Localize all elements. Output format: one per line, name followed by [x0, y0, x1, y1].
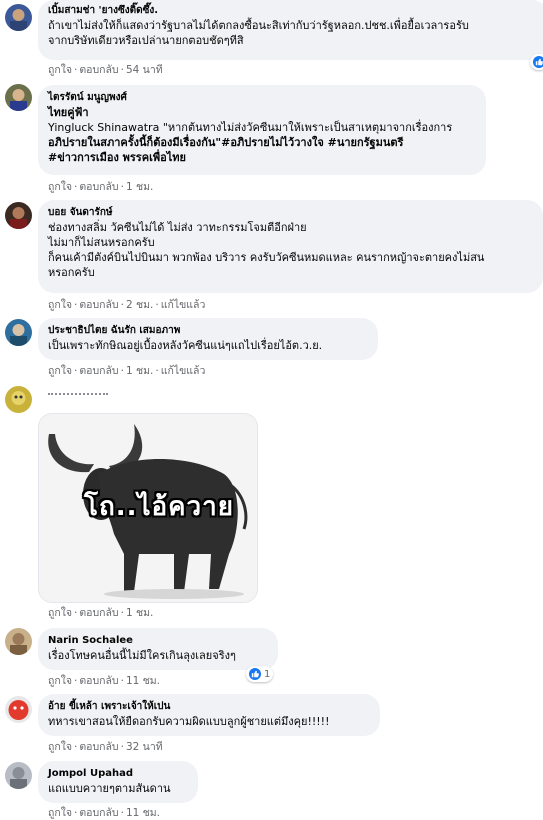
meme-caption: โถ..ไอ้ควาย [84, 492, 234, 522]
like-link[interactable]: ถูกใจ [48, 181, 72, 193]
comment-text-line: อภิปรายในสภาครั้งนี้ก็ต้องมีเรื่องกัน"#อ… [48, 136, 404, 149]
timestamp[interactable]: 2 ชม. [126, 299, 153, 311]
comment-author[interactable]: ไตรรัตน์ มนูญพงศ์ [48, 91, 476, 105]
like-link[interactable]: ถูกใจ [48, 607, 72, 619]
comment-author[interactable]: อ้าย ขี้เหล้า เพราะเจ้าให้เปน [48, 700, 370, 714]
timestamp[interactable]: 32 นาที [126, 741, 163, 753]
avatar[interactable] [5, 202, 32, 229]
comment-author[interactable]: Jompol Upahad [48, 767, 188, 781]
comment-text-line: แถแบบควายๆตามสันดาน [48, 782, 171, 795]
comment-actions: ถูกใจ · ตอบกลับ · 1 ชม. · แก้ไขแล้ว [48, 365, 206, 377]
comment-text-line: หรอกครับ [48, 266, 95, 279]
comment-text-line: ถ้าเขาไม่ส่งให้ก็แสดงว่ารัฐบาลไม่ได้ตกลง… [48, 19, 469, 32]
comment-text-line: ไม่มาก็ไม่สนหรอกครับ [48, 236, 155, 249]
comment-text-line: จากบริษัทเดียวหรือเปล่านายกตอบชัดๆทีสิ [48, 34, 244, 47]
comment-actions: ถูกใจ · ตอบกลับ · 11 ชม. [48, 807, 161, 819]
avatar[interactable] [5, 84, 32, 111]
comment-image[interactable]: โถ..ไอ้ควาย [38, 413, 258, 603]
comment-author[interactable]: ประชาธิปไตย ฉันรัก เสมอภาพ [48, 324, 368, 338]
comment-actions: ถูกใจ · ตอบกลับ · 11 ชม. [48, 675, 161, 687]
edited-label[interactable]: แก้ไขแล้ว [161, 299, 206, 311]
comment-text-line: เป็นเพราะทักษิณอยู่เบื้องหลังวัคซีนแน่ๆแ… [48, 339, 323, 352]
comment-author[interactable]: บอย จันดารักษ์ [48, 206, 533, 220]
avatar[interactable] [5, 4, 32, 31]
like-icon [249, 668, 261, 680]
reaction-badge[interactable]: 1 [246, 666, 274, 682]
comment-actions: ถูกใจ · ตอบกลับ · 54 นาที [48, 64, 163, 76]
comment-bubble: Narin Sochalee เรื่องโทษคนอื่นนี้ไม่มีใค… [38, 628, 278, 670]
comment-bubble: เบิ้มสามช่า 'ยางซึงติ๊ดซึ๊ง. ถ้าเขาไม่ส่… [38, 0, 543, 60]
edited-label[interactable]: แก้ไขแล้ว [161, 365, 206, 377]
reply-link[interactable]: ตอบกลับ [79, 741, 118, 753]
reaction-badge[interactable] [530, 54, 543, 70]
like-link[interactable]: ถูกใจ [48, 675, 72, 687]
like-link[interactable]: ถูกใจ [48, 741, 72, 753]
reply-link[interactable]: ตอบกลับ [79, 64, 118, 76]
reply-link[interactable]: ตอบกลับ [79, 181, 118, 193]
comment-actions: ถูกใจ · ตอบกลับ · 1 ชม. [48, 607, 154, 619]
timestamp[interactable]: 1 ชม. [126, 181, 153, 193]
comment-bubble: บอย จันดารักษ์ ช่องทางสลิ่ม วัคซีนไม่ได้… [38, 200, 543, 293]
reaction-count: 1 [264, 668, 271, 680]
comment-author-truncated [48, 393, 108, 399]
comment-text-line: เรื่องโทษคนอื่นนี้ไม่มีใครเกินลุงเลยจริง… [48, 649, 236, 662]
reply-link[interactable]: ตอบกลับ [79, 607, 118, 619]
avatar[interactable] [5, 762, 32, 789]
avatar[interactable] [5, 696, 32, 723]
comment-text-line: ทหารเขาสอนให้ยืดอกรับความผิดแบบลูกผู้ชาย… [48, 715, 330, 728]
like-link[interactable]: ถูกใจ [48, 299, 72, 311]
comment-author[interactable]: เบิ้มสามช่า 'ยางซึงติ๊ดซึ๊ง. [48, 4, 538, 18]
comment-bubble: อ้าย ขี้เหล้า เพราะเจ้าให้เปน ทหารเขาสอน… [38, 694, 380, 736]
avatar[interactable] [5, 386, 32, 413]
like-icon [533, 56, 543, 68]
like-link[interactable]: ถูกใจ [48, 365, 72, 377]
timestamp[interactable]: 54 นาที [126, 64, 163, 76]
reply-link[interactable]: ตอบกลับ [79, 299, 118, 311]
like-link[interactable]: ถูกใจ [48, 64, 72, 76]
reply-link[interactable]: ตอบกลับ [79, 807, 118, 819]
timestamp[interactable]: 1 ชม. [126, 607, 153, 619]
avatar[interactable] [5, 628, 32, 655]
comment-text-line: Yingluck Shinawatra "หากต้นทางไม่ส่งวัคซ… [48, 121, 453, 134]
comment-actions: ถูกใจ · ตอบกลับ · 1 ชม. [48, 181, 154, 193]
reply-link[interactable]: ตอบกลับ [79, 365, 118, 377]
reply-link[interactable]: ตอบกลับ [79, 675, 118, 687]
comment-text-line: ไทยคู่ฟ้า [48, 106, 89, 119]
comment-text-line: ก็คนเค้ามีตังค์บินไปบินมา พวกพ้อง บริวาร… [48, 251, 485, 264]
comment-actions: ถูกใจ · ตอบกลับ · 2 ชม. · แก้ไขแล้ว [48, 299, 206, 311]
timestamp[interactable]: 11 ชม. [126, 675, 160, 687]
comment-bubble: ประชาธิปไตย ฉันรัก เสมอภาพ เป็นเพราะทักษ… [38, 318, 378, 360]
comment-actions: ถูกใจ · ตอบกลับ · 32 นาที [48, 741, 163, 753]
comment-author[interactable]: Narin Sochalee [48, 634, 268, 648]
comment-text-line: ช่องทางสลิ่ม วัคซีนไม่ได้ ไม่ส่ง วาทะกรร… [48, 221, 307, 234]
comment-text-line: #ข่าวการเมือง พรรคเพื่อไทย [48, 151, 186, 164]
avatar[interactable] [5, 319, 32, 346]
comment-bubble: Jompol Upahad แถแบบควายๆตามสันดาน [38, 761, 198, 803]
comment-bubble: ไตรรัตน์ มนูญพงศ์ ไทยคู่ฟ้า Yingluck Shi… [38, 85, 486, 175]
timestamp[interactable]: 1 ชม. [126, 365, 153, 377]
timestamp[interactable]: 11 ชม. [126, 807, 160, 819]
like-link[interactable]: ถูกใจ [48, 807, 72, 819]
